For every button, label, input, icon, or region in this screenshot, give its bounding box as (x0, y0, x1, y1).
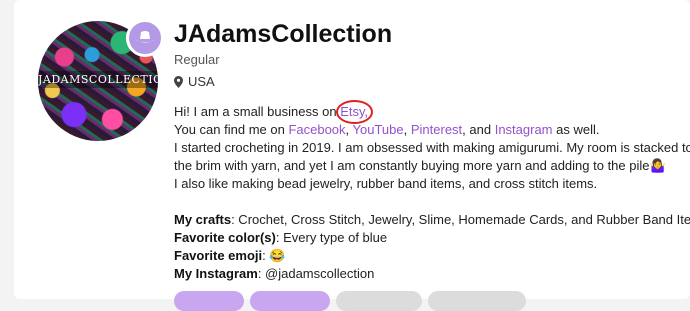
username-heading: JAdamsCollection (174, 20, 393, 48)
location-label: USA (188, 74, 215, 89)
crafts-value: : Crochet, Cross Stitch, Jewelry, Slime,… (231, 212, 690, 227)
bio-line-2: You can find me on Facebook, YouTube, Pi… (174, 121, 690, 139)
trust-level: Regular (174, 52, 220, 67)
favorite-emoji-line: Favorite emoji: 😂 (174, 247, 690, 265)
tab-3[interactable] (336, 291, 422, 311)
profile-tabs (174, 291, 526, 311)
bio-line-1: Hi! I am a small business on Etsy, (174, 100, 690, 124)
instagram-value: : @jadamscollection (257, 266, 375, 281)
tab-2[interactable] (250, 291, 330, 311)
tab-1[interactable] (174, 291, 244, 311)
bio-text: You can find me on (174, 122, 289, 137)
instagram-link[interactable]: Instagram (495, 122, 553, 137)
user-profile-card: JADAMSCOLLECTION JAdamsCollection Regula… (14, 0, 690, 311)
favorite-emoji-value: : 😂 (262, 248, 286, 263)
cowboy-hat-icon (135, 31, 155, 43)
favorite-emoji-label: Favorite emoji (174, 248, 263, 263)
youtube-link[interactable]: YouTube (353, 122, 404, 137)
bio-line-5: I also like making bead jewelry, rubber … (174, 176, 598, 191)
crafts-label: My crafts (174, 212, 232, 227)
bio-line-4: the brim with yarn, and yet I am constan… (174, 158, 666, 173)
separator: , (403, 122, 411, 137)
pinterest-link[interactable]: Pinterest (411, 122, 462, 137)
favorite-color-label: Favorite color(s) (174, 230, 276, 245)
separator: , (345, 122, 353, 137)
facebook-link[interactable]: Facebook (288, 122, 345, 137)
location: USA (174, 74, 215, 89)
etsy-link[interactable]: Etsy, (336, 100, 374, 124)
user-bio: Hi! I am a small business on Etsy, You c… (174, 100, 690, 283)
instagram-label: My Instagram (174, 266, 258, 281)
bio-text: as well. (552, 122, 600, 137)
tab-4[interactable] (428, 291, 526, 311)
crafts-line: My crafts: Crochet, Cross Stitch, Jewelr… (174, 211, 690, 229)
flair-badge (126, 19, 164, 57)
map-pin-icon (174, 75, 183, 88)
instagram-line: My Instagram: @jadamscollection (174, 265, 690, 283)
avatar-logo-text: JADAMSCOLLECTION (38, 71, 158, 88)
avatar-container: JADAMSCOLLECTION (38, 19, 164, 141)
bio-line-3: I started crocheting in 2019. I am obses… (174, 140, 690, 155)
separator: , and (462, 122, 495, 137)
bio-text: Hi! I am a small business on (174, 104, 341, 119)
favorite-color-value: : Every type of blue (275, 230, 388, 245)
favorite-color-line: Favorite color(s): Every type of blue (174, 229, 690, 247)
